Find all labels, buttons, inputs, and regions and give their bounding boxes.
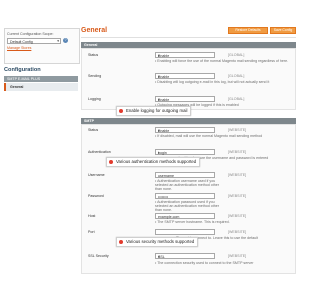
callout-dot-icon	[119, 109, 123, 113]
scope-tag: [WEBSITE]	[228, 194, 247, 198]
scope-tag: [WEBSITE]	[228, 230, 247, 234]
general-logging-select[interactable]: Enable ▾	[155, 96, 215, 102]
field-label: Status	[88, 53, 99, 57]
input-value: ••••••••	[158, 194, 169, 199]
input-value: username	[158, 173, 174, 178]
sidebar-item-general[interactable]: General	[4, 83, 78, 91]
field-label: Status	[88, 128, 99, 132]
callout-text: Enable logging for outgoing mail	[126, 108, 188, 113]
username-input[interactable]: username	[155, 172, 215, 178]
scope-tag: [GLOBAL]	[228, 97, 245, 101]
scope-select-value: Default Config	[10, 39, 33, 44]
scope-tag: [WEBSITE]	[228, 214, 247, 218]
scope-tag: [GLOBAL]	[228, 74, 245, 78]
field-label: Sending	[88, 74, 102, 78]
sidebar-section-header: SMTP E-MAIL PLUS	[4, 76, 78, 82]
chevron-down-icon: ▾	[158, 74, 160, 79]
smtp-authentication-select[interactable]: Login ▾	[155, 149, 215, 155]
field-label: Username	[88, 173, 105, 177]
field-label: Logging	[88, 97, 101, 101]
callout-text: Various authentication methods supported	[116, 159, 197, 164]
scope-tag: [WEBSITE]	[228, 150, 247, 154]
chevron-down-icon: ▾	[158, 150, 160, 155]
callout-authentication: Various authentication methods supported	[106, 157, 201, 167]
help-icon[interactable]: ?	[63, 38, 68, 43]
chevron-down-icon: ▾	[57, 39, 59, 43]
callout-dot-icon	[109, 160, 113, 164]
field-label: Authentication	[88, 150, 111, 154]
section-body-smtp	[81, 124, 296, 274]
title-divider	[81, 37, 296, 38]
field-label: SSL Security	[88, 254, 109, 258]
save-config-button[interactable]: Save Config	[270, 27, 296, 34]
configuration-title: Configuration	[4, 67, 41, 73]
section-title: General	[84, 43, 98, 47]
field-note: Disabling will log outgoing e-mail in th…	[155, 80, 269, 84]
smtp-status-select[interactable]: Enable ▾	[155, 127, 215, 133]
sidebar-section-title: SMTP E-MAIL PLUS	[7, 77, 41, 81]
field-label: Port	[88, 230, 95, 234]
field-note: Authentication password used if you sele…	[155, 200, 225, 213]
general-sending-select[interactable]: Enable ▾	[155, 73, 215, 79]
field-label: Host	[88, 214, 96, 218]
field-note: The connection security used to connect …	[155, 261, 253, 265]
scope-switcher: Current Configuration Scope: Default Con…	[4, 28, 80, 64]
scope-tag: [WEBSITE]	[228, 254, 247, 258]
field-note: Enabling will force the use of the norma…	[155, 59, 288, 63]
chevron-down-icon: ▾	[158, 53, 160, 58]
callout-dot-icon	[119, 240, 123, 244]
field-note: The SMTP server hostname. This is requir…	[155, 220, 229, 224]
scope-select[interactable]: Default Config ▾	[7, 38, 61, 44]
chevron-down-icon: ▾	[158, 97, 160, 102]
manage-stores-link[interactable]: Manage Stores	[7, 46, 31, 50]
field-note: If disabled, mail will use the normal Ma…	[155, 134, 262, 138]
input-value: example.com	[158, 214, 180, 219]
section-title: SMTP	[84, 119, 94, 123]
callout-security: Various security methods supported	[116, 237, 199, 247]
sidebar-item-label: General	[10, 85, 24, 89]
restore-defaults-button[interactable]: Restore Defaults	[228, 27, 268, 34]
page-title: General	[81, 27, 108, 34]
chevron-down-icon: ▾	[158, 254, 160, 259]
password-input[interactable]: ••••••••	[155, 193, 215, 199]
scope-label: Current Configuration Scope:	[7, 32, 54, 36]
port-input[interactable]	[155, 229, 215, 235]
scope-tag: [WEBSITE]	[228, 128, 247, 132]
general-status-select[interactable]: Enable ▾	[155, 52, 215, 58]
scope-tag: [WEBSITE]	[228, 173, 247, 177]
callout-logging: Enable logging for outgoing mail	[116, 106, 192, 116]
callout-text: Various security methods supported	[126, 239, 195, 244]
field-note: Authentication username used if you sele…	[155, 179, 225, 192]
chevron-down-icon: ▾	[158, 128, 160, 133]
host-input[interactable]: example.com	[155, 213, 215, 219]
ssl-security-select[interactable]: SSL ▾	[155, 253, 215, 259]
scope-tag: [GLOBAL]	[228, 53, 245, 57]
left-sidebar: Current Configuration Scope: Default Con…	[0, 0, 80, 300]
field-label: Password	[88, 194, 104, 198]
